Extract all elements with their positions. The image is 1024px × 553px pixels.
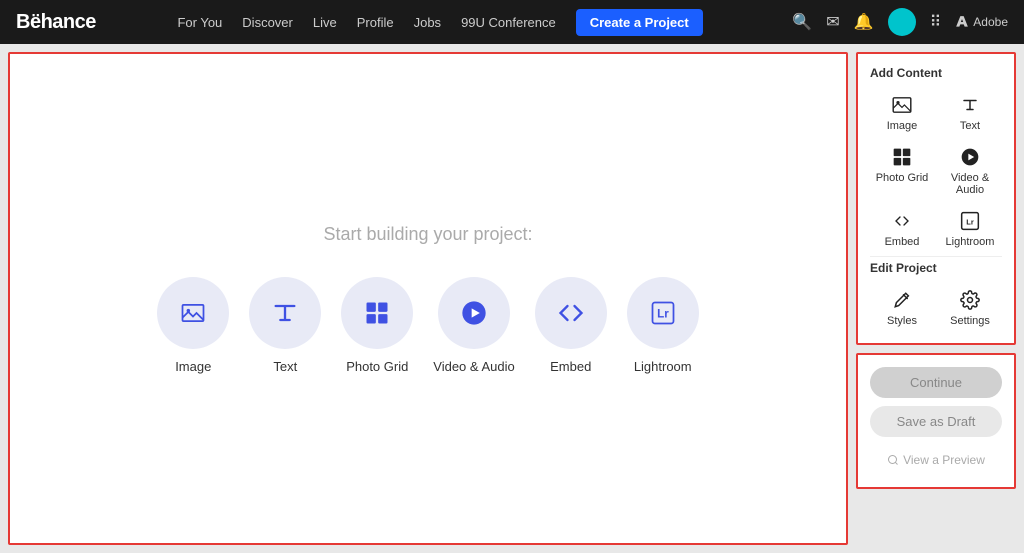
- svg-text:Lr: Lr: [966, 217, 974, 226]
- sidebar: Add Content Image Text: [856, 52, 1016, 545]
- sidebar-video-audio-label: Video & Audio: [940, 172, 1000, 196]
- sidebar-item-video-audio[interactable]: Video & Audio: [938, 142, 1002, 200]
- embed-label: Embed: [550, 359, 591, 374]
- sidebar-styles-icon: [893, 289, 911, 311]
- action-panel: Continue Save as Draft View a Preview: [856, 353, 1016, 489]
- messages-icon[interactable]: ✉: [826, 12, 839, 32]
- sidebar-item-image[interactable]: Image: [870, 90, 934, 136]
- edit-project-title: Edit Project: [870, 261, 1002, 275]
- sidebar-video-audio-icon: [960, 146, 980, 168]
- sidebar-item-text[interactable]: Text: [938, 90, 1002, 136]
- content-option-video-audio[interactable]: Video & Audio: [433, 277, 514, 374]
- image-label: Image: [175, 359, 211, 374]
- lightroom-label: Lightroom: [634, 359, 692, 374]
- nav-jobs[interactable]: Jobs: [414, 15, 441, 30]
- sidebar-settings-label: Settings: [950, 315, 990, 327]
- behance-logo[interactable]: Bëhance: [16, 11, 96, 34]
- nav-right-icons: 🔍 ✉ 🔔 ⠿ Adobe: [792, 8, 1008, 36]
- content-option-photo-grid[interactable]: Photo Grid: [341, 277, 413, 374]
- navbar: Bëhance For You Discover Live Profile Jo…: [0, 0, 1024, 44]
- photo-grid-circle: [341, 277, 413, 349]
- nav-discover[interactable]: Discover: [242, 15, 293, 30]
- preview-button[interactable]: View a Preview: [870, 445, 1002, 475]
- adobe-logo: Adobe: [955, 15, 1008, 29]
- sidebar-lightroom-icon: Lr: [960, 210, 980, 232]
- photo-grid-label: Photo Grid: [346, 359, 408, 374]
- nav-profile[interactable]: Profile: [357, 15, 394, 30]
- video-audio-circle: [438, 277, 510, 349]
- sidebar-image-icon: [892, 94, 912, 116]
- nav-for-you[interactable]: For You: [177, 15, 222, 30]
- sidebar-image-label: Image: [887, 120, 918, 132]
- create-project-button[interactable]: Create a Project: [576, 9, 703, 36]
- video-audio-label: Video & Audio: [433, 359, 514, 374]
- sidebar-photo-grid-label: Photo Grid: [876, 172, 929, 184]
- embed-circle: [535, 277, 607, 349]
- nav-live[interactable]: Live: [313, 15, 337, 30]
- panel-divider: [870, 256, 1002, 257]
- continue-button[interactable]: Continue: [870, 367, 1002, 398]
- notifications-icon[interactable]: 🔔: [854, 12, 874, 32]
- preview-label: View a Preview: [903, 453, 985, 467]
- content-options: Image Text Photo Grid V: [157, 277, 698, 374]
- image-circle: [157, 277, 229, 349]
- add-content-title: Add Content: [870, 66, 1002, 80]
- main-layout: Start building your project: Image Text: [0, 44, 1024, 553]
- svg-text:Lr: Lr: [657, 307, 669, 320]
- save-draft-button[interactable]: Save as Draft: [870, 406, 1002, 437]
- add-content-grid: Image Text Photo Grid: [870, 90, 1002, 252]
- avatar[interactable]: [888, 8, 916, 36]
- sidebar-styles-label: Styles: [887, 315, 917, 327]
- text-label: Text: [273, 359, 297, 374]
- sidebar-text-icon: [961, 94, 979, 116]
- content-option-text[interactable]: Text: [249, 277, 321, 374]
- canvas-prompt: Start building your project:: [323, 224, 532, 245]
- text-circle: [249, 277, 321, 349]
- nav-99u[interactable]: 99U Conference: [461, 15, 556, 30]
- content-option-image[interactable]: Image: [157, 277, 229, 374]
- edit-project-grid: Styles Settings: [870, 285, 1002, 331]
- sidebar-item-settings[interactable]: Settings: [938, 285, 1002, 331]
- grid-icon[interactable]: ⠿: [930, 12, 942, 32]
- content-option-lightroom[interactable]: Lr Lightroom: [627, 277, 699, 374]
- nav-links: For You Discover Live Profile Jobs 99U C…: [128, 9, 752, 36]
- sidebar-item-styles[interactable]: Styles: [870, 285, 934, 331]
- sidebar-item-lightroom[interactable]: Lr Lightroom: [938, 206, 1002, 252]
- sidebar-lightroom-label: Lightroom: [946, 236, 995, 248]
- sidebar-embed-label: Embed: [885, 236, 920, 248]
- sidebar-settings-icon: [960, 289, 980, 311]
- sidebar-item-embed[interactable]: Embed: [870, 206, 934, 252]
- search-icon[interactable]: 🔍: [792, 12, 812, 32]
- sidebar-photo-grid-icon: [892, 146, 912, 168]
- sidebar-text-label: Text: [960, 120, 980, 132]
- canvas-area: Start building your project: Image Text: [8, 52, 848, 545]
- sidebar-item-photo-grid[interactable]: Photo Grid: [870, 142, 934, 200]
- content-option-embed[interactable]: Embed: [535, 277, 607, 374]
- add-content-panel: Add Content Image Text: [856, 52, 1016, 345]
- sidebar-embed-icon: [892, 210, 912, 232]
- lightroom-circle: Lr: [627, 277, 699, 349]
